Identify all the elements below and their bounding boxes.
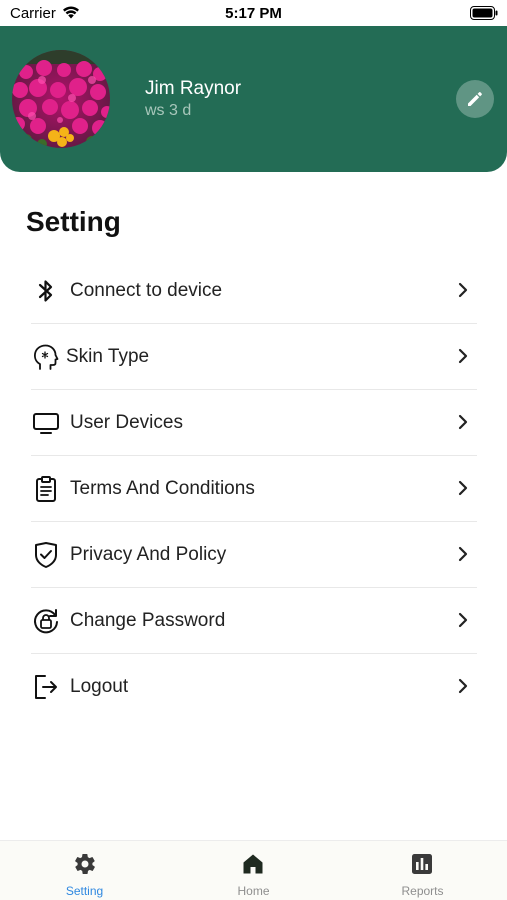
pencil-icon xyxy=(468,92,482,106)
gear-icon xyxy=(75,853,95,875)
tab-label: Setting xyxy=(65,884,104,898)
avatar-photo xyxy=(12,50,110,148)
menu-label: User Devices xyxy=(70,411,183,433)
menu-item-terms[interactable]: Terms And Conditions xyxy=(31,456,477,522)
settings-screen: Carrier 5:17 PM Jim Raynor ws 3 d Settin… xyxy=(0,0,507,900)
edit-profile-button[interactable] xyxy=(456,80,494,118)
menu-item-skin-type[interactable]: Skin Type xyxy=(31,324,477,390)
chevron-right-icon xyxy=(458,282,468,298)
bluetooth-icon xyxy=(32,277,60,305)
page-title: Setting xyxy=(26,206,121,237)
menu-item-logout[interactable]: Logout xyxy=(31,654,477,719)
tab-bar: Setting Home Reports xyxy=(0,840,507,900)
chevron-right-icon xyxy=(458,678,468,694)
profile-name: Jim Raynor xyxy=(145,78,242,99)
monitor-icon xyxy=(32,409,60,437)
face-icon xyxy=(32,343,60,371)
menu-item-privacy[interactable]: Privacy And Policy xyxy=(31,522,477,588)
battery-icon xyxy=(470,6,498,20)
menu-item-change-password[interactable]: Change Password xyxy=(31,588,477,654)
avatar[interactable] xyxy=(12,50,110,148)
logout-icon xyxy=(32,673,60,701)
menu-label: Skin Type xyxy=(66,345,150,367)
clipboard-icon xyxy=(32,475,60,503)
tab-label: Reports xyxy=(401,884,444,898)
tab-label: Home xyxy=(237,884,270,898)
tab-reports[interactable]: Reports xyxy=(338,841,507,900)
chevron-right-icon xyxy=(458,480,468,496)
chevron-right-icon xyxy=(458,546,468,562)
status-bar: Carrier 5:17 PM xyxy=(0,0,507,26)
tab-setting[interactable]: Setting xyxy=(0,841,169,900)
profile-header: Jim Raynor ws 3 d xyxy=(0,26,507,172)
shield-check-icon xyxy=(32,541,60,569)
clock: 5:17 PM xyxy=(225,5,282,22)
chevron-right-icon xyxy=(458,612,468,628)
chart-icon xyxy=(412,854,432,874)
chevron-right-icon xyxy=(458,348,468,364)
menu-item-connect-device[interactable]: Connect to device xyxy=(31,258,477,324)
home-icon xyxy=(243,854,263,874)
menu-label: Connect to device xyxy=(70,279,223,301)
menu-label: Logout xyxy=(70,675,129,697)
settings-menu: Connect to device Skin Type User Devices… xyxy=(31,258,477,719)
menu-label: Terms And Conditions xyxy=(70,477,255,499)
menu-item-user-devices[interactable]: User Devices xyxy=(31,390,477,456)
lock-reset-icon xyxy=(32,607,60,635)
menu-label: Privacy And Policy xyxy=(70,543,227,565)
chevron-right-icon xyxy=(458,414,468,430)
tab-home[interactable]: Home xyxy=(169,841,338,900)
profile-subtitle: ws 3 d xyxy=(145,102,192,119)
menu-label: Change Password xyxy=(70,609,226,631)
